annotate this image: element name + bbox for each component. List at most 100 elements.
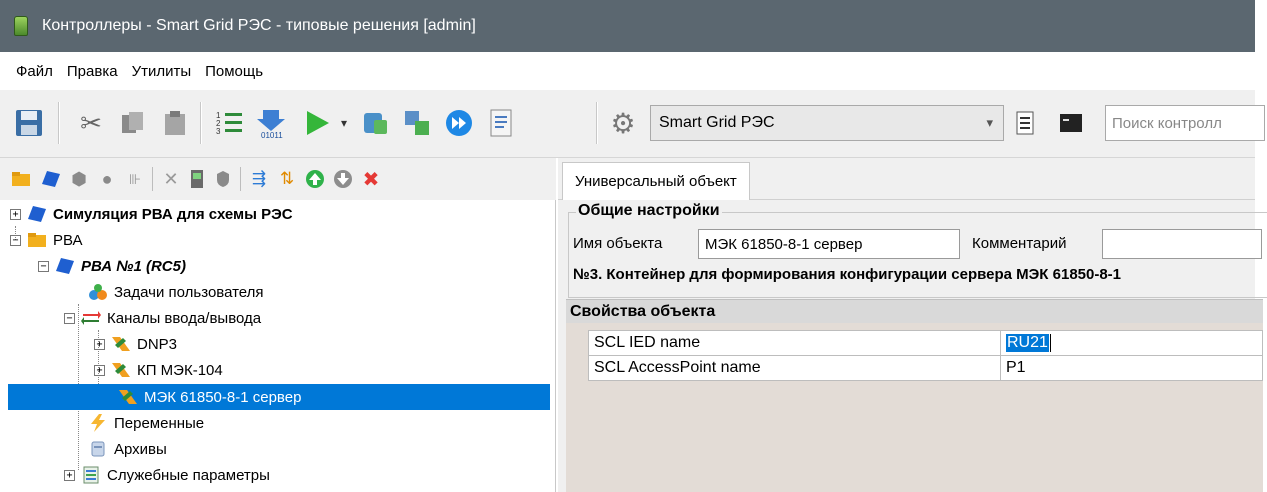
channel-icon xyxy=(111,360,131,380)
menu-bar: Файл Правка Утилиты Помощь xyxy=(0,52,1255,90)
menu-file[interactable]: Файл xyxy=(16,63,53,80)
tree-item-label: Симуляция РВА для схемы РЭС xyxy=(53,205,293,223)
menu-utilities[interactable]: Утилиты xyxy=(132,63,192,80)
tree-item-rva-folder[interactable]: − РВА xyxy=(10,227,83,253)
tree-item-label: DNP3 xyxy=(137,335,178,353)
menu-help[interactable]: Помощь xyxy=(205,63,263,80)
tree-item-io-channels[interactable]: − Каналы ввода/вывода xyxy=(64,305,261,331)
save-icon[interactable] xyxy=(12,106,46,140)
circle-icon[interactable]: ● xyxy=(96,168,118,190)
copy-icon[interactable] xyxy=(116,106,150,140)
toolbar-separator xyxy=(200,102,202,144)
open-folder-icon[interactable] xyxy=(10,168,32,190)
tree-item-simulation[interactable]: + Симуляция РВА для схемы РЭС xyxy=(10,201,293,227)
tree-item-service-params[interactable]: + Служебные параметры xyxy=(64,462,270,488)
svg-text:01011: 01011 xyxy=(261,131,283,139)
comment-label: Комментарий xyxy=(972,235,1067,252)
console-icon[interactable] xyxy=(1058,106,1084,140)
database-icon[interactable] xyxy=(358,106,392,140)
fast-forward-icon[interactable] xyxy=(442,106,476,140)
tree-item-iec61850-server[interactable]: МЭК 61850-8-1 сервер xyxy=(8,384,550,410)
tree-item-label: РВА xyxy=(53,231,83,249)
expand-icon[interactable]: + xyxy=(64,469,75,481)
tree-item-user-tasks[interactable]: Задачи пользователя xyxy=(88,279,264,305)
object-name-label: Имя объекта xyxy=(573,235,663,252)
editor-tabstrip: Универсальный объект xyxy=(558,158,1255,200)
tree-item-label: КП МЭК-104 xyxy=(137,361,223,379)
document-list-icon[interactable] xyxy=(1012,106,1038,140)
run-icon[interactable] xyxy=(300,106,334,140)
search-input[interactable]: Поиск контролл xyxy=(1105,105,1265,141)
tree-item-kp-iec104[interactable]: + КП МЭК-104 xyxy=(94,357,223,383)
folder-icon xyxy=(27,230,47,250)
tree-item-label: Задачи пользователя xyxy=(114,283,264,301)
tree-item-label: Служебные параметры xyxy=(107,466,270,484)
collapse-icon[interactable]: − xyxy=(10,234,21,246)
channel-icon xyxy=(118,387,138,407)
hexagon-icon[interactable]: ⬢ xyxy=(68,168,90,190)
run-dropdown-icon[interactable]: ▾ xyxy=(334,106,354,140)
property-name: SCL IED name xyxy=(589,331,1001,355)
tree-item-variables[interactable]: Переменные xyxy=(88,410,204,436)
project-tree: + Симуляция РВА для схемы РЭС − РВА − РВ… xyxy=(0,200,556,492)
collapse-icon[interactable]: − xyxy=(64,312,75,324)
tree-item-label: Переменные xyxy=(114,414,205,432)
add-controller-icon[interactable] xyxy=(40,168,62,190)
property-name: SCL AccessPoint name xyxy=(589,356,1001,380)
tree-toolbar: ⬢ ● ⊪ ✕ ⇶ ⇅ ✖ xyxy=(0,158,556,200)
toolbar-separator xyxy=(58,102,60,144)
expand-icon[interactable]: + xyxy=(10,208,21,220)
service-params-icon xyxy=(81,465,101,485)
shield-icon[interactable] xyxy=(212,168,234,190)
device-icon[interactable] xyxy=(186,168,208,190)
main-toolbar: ✂ 123 01011 ▾ ⚙ Smart Grid РЭС ▾ Поиск к… xyxy=(0,90,1265,158)
download-binary-icon[interactable]: 01011 xyxy=(254,106,288,140)
tree-item-rva1[interactable]: − РВА №1 (RC5) xyxy=(38,253,186,279)
expand-icon[interactable]: + xyxy=(94,338,105,350)
tree-item-archives[interactable]: Архивы xyxy=(88,436,167,462)
comment-field[interactable] xyxy=(1102,229,1262,259)
text-caret xyxy=(1049,334,1051,352)
gear-icon[interactable]: ⚙ xyxy=(606,106,640,140)
property-row[interactable]: SCL IED name RU21 xyxy=(588,330,1263,356)
report-icon[interactable] xyxy=(484,106,518,140)
property-value[interactable]: P1 xyxy=(1001,356,1026,380)
tree-item-label: РВА №1 (RC5) xyxy=(81,257,186,275)
collapse-icon[interactable]: − xyxy=(38,260,49,272)
property-value[interactable]: RU21 xyxy=(1006,334,1049,352)
move-up-icon[interactable] xyxy=(304,168,326,190)
editor-panel: Общие настройки Имя объекта МЭК 61850-8-… xyxy=(558,200,1267,492)
move-icon[interactable]: ⇶ xyxy=(248,168,270,190)
tree-item-label: Каналы ввода/вывода xyxy=(107,309,262,327)
object-name-field[interactable]: МЭК 61850-8-1 сервер xyxy=(698,229,960,259)
tree-item-dnp3[interactable]: + DNP3 xyxy=(94,331,177,357)
tab-universal-object[interactable]: Универсальный объект xyxy=(562,162,750,200)
sort-icon[interactable]: ⇅ xyxy=(276,168,298,190)
tree-item-label: Архивы xyxy=(114,440,167,458)
object-properties-header: Свойства объекта xyxy=(566,299,1263,323)
channel-disabled-icon[interactable]: ✕ xyxy=(160,168,182,190)
sync-icon[interactable] xyxy=(400,106,434,140)
module-icon[interactable]: ⊪ xyxy=(124,168,146,190)
archive-icon xyxy=(88,439,108,459)
toolbar-separator xyxy=(152,167,153,191)
svg-text:3: 3 xyxy=(216,127,221,136)
menu-edit[interactable]: Правка xyxy=(67,63,118,80)
project-select[interactable]: Smart Grid РЭС ▾ xyxy=(650,105,1004,141)
project-select-value: Smart Grid РЭС xyxy=(659,114,775,131)
cut-icon[interactable]: ✂ xyxy=(74,106,108,140)
variables-icon xyxy=(88,413,108,433)
tree-item-label: МЭК 61850-8-1 сервер xyxy=(144,388,302,406)
move-down-icon[interactable] xyxy=(332,168,354,190)
io-channels-icon xyxy=(81,308,101,328)
toolbar-separator xyxy=(596,102,598,144)
tasks-icon xyxy=(88,282,108,302)
expand-icon[interactable]: + xyxy=(94,364,105,376)
property-value-editor[interactable]: RU21 xyxy=(1001,331,1051,355)
delete-icon[interactable]: ✖ xyxy=(360,168,382,191)
property-row[interactable]: SCL AccessPoint name P1 xyxy=(588,355,1263,381)
object-properties-grid: SCL IED name RU21 SCL AccessPoint name P… xyxy=(566,323,1263,492)
paste-icon[interactable] xyxy=(158,106,192,140)
numbered-list-icon[interactable]: 123 xyxy=(212,106,246,140)
app-icon xyxy=(14,16,28,36)
